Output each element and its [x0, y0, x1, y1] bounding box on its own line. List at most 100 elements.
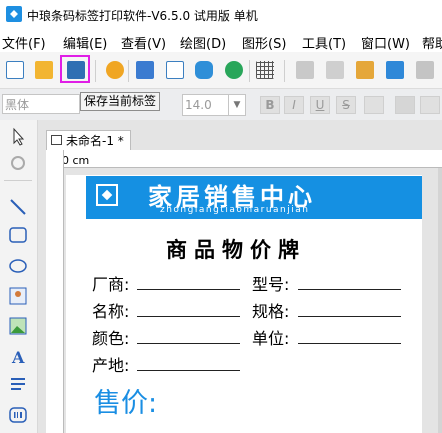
rotate-tool[interactable]: [7, 152, 29, 174]
field-model-line[interactable]: [298, 289, 401, 290]
paste-button[interactable]: [353, 58, 377, 82]
rectangle-icon: [9, 227, 27, 243]
banner-subtitle[interactable]: zhonglangtiaomaruanjian: [160, 205, 309, 215]
vertical-scrollbar[interactable]: [438, 168, 442, 433]
field-maker-line[interactable]: [137, 289, 240, 290]
settings-icon: [106, 61, 124, 79]
store-logo-icon[interactable]: [96, 184, 118, 206]
label-heading[interactable]: 商品物价牌: [166, 234, 306, 264]
import-button[interactable]: [222, 58, 246, 82]
grid-icon: [256, 61, 274, 79]
document-tab-title: 未命名-1 *: [66, 134, 124, 148]
open-button[interactable]: [32, 58, 56, 82]
text-icon: A: [11, 348, 25, 367]
grid-button[interactable]: [253, 58, 277, 82]
menu-shape[interactable]: 图形(S): [242, 33, 286, 52]
document-icon: [51, 135, 62, 145]
print-preview-button[interactable]: [163, 58, 187, 82]
toolbar-separator: [95, 60, 96, 82]
cursor-arrow-icon: [13, 127, 25, 146]
align-left-button[interactable]: [364, 96, 384, 114]
align-right-button[interactable]: [420, 96, 440, 114]
chevron-down-icon[interactable]: ▼: [228, 95, 245, 115]
price-label[interactable]: 售价:: [94, 381, 157, 420]
underline-button[interactable]: U: [310, 96, 330, 114]
ellipse-tool[interactable]: [7, 255, 29, 277]
save-button[interactable]: [60, 55, 90, 83]
text-tool[interactable]: A: [7, 345, 29, 367]
line-tool[interactable]: [7, 196, 29, 218]
field-spec-line[interactable]: [298, 316, 401, 317]
title-bar: 中琅条码标签打印软件-V6.5.0 试用版 单机: [0, 0, 442, 30]
vertical-ruler: [46, 150, 64, 433]
barcode-icon: [9, 407, 27, 423]
window-title: 中琅条码标签打印软件-V6.5.0 试用版 单机: [27, 9, 258, 23]
redo-button[interactable]: [413, 58, 437, 82]
cut-icon: [296, 61, 314, 79]
print-preview-icon: [166, 61, 184, 79]
undo-icon: [386, 61, 404, 79]
image-icon: [9, 287, 27, 305]
cut-button[interactable]: [293, 58, 317, 82]
menu-draw[interactable]: 绘图(D): [180, 33, 226, 52]
menu-tools[interactable]: 工具(T): [302, 33, 346, 52]
save-tooltip: 保存当前标签: [80, 92, 161, 111]
menu-file[interactable]: 文件(F): [2, 33, 46, 52]
field-color-line[interactable]: [137, 343, 240, 344]
new-button[interactable]: [3, 58, 27, 82]
new-icon: [6, 61, 24, 79]
bold-button[interactable]: B: [260, 96, 280, 114]
toolbar-separator: [284, 60, 285, 82]
svg-text:A: A: [11, 348, 25, 367]
rectangle-tool[interactable]: [7, 224, 29, 246]
database-icon: [195, 61, 213, 79]
paragraph-tool[interactable]: [7, 374, 29, 396]
format-toolbar: 黑体 14.0 ▼ B I U S: [0, 89, 442, 120]
field-unit-label[interactable]: 单位:: [252, 325, 289, 349]
open-folder-icon: [35, 61, 53, 79]
horizontal-ruler: 0 cm: [46, 150, 442, 168]
menu-bar: 文件(F) 编辑(E) 查看(V) 绘图(D) 图形(S) 工具(T) 窗口(W…: [0, 30, 442, 52]
import-icon: [225, 61, 243, 79]
copy-icon: [326, 61, 344, 79]
field-origin-label[interactable]: 产地:: [92, 352, 129, 376]
drawing-tools-panel: A: [0, 120, 38, 433]
menu-help[interactable]: 帮助: [422, 33, 442, 52]
field-model-label[interactable]: 型号:: [252, 271, 289, 295]
field-name-line[interactable]: [137, 316, 240, 317]
picture-tool[interactable]: [7, 315, 29, 337]
field-unit-line[interactable]: [298, 343, 401, 344]
print-icon: [136, 61, 154, 79]
undo-button[interactable]: [383, 58, 407, 82]
landscape-image-icon: [9, 317, 27, 335]
font-size-select[interactable]: 14.0 ▼: [182, 94, 246, 116]
field-maker-label[interactable]: 厂商:: [92, 271, 129, 295]
app-logo-icon: [6, 6, 22, 22]
field-spec-label[interactable]: 规格:: [252, 298, 289, 322]
italic-button[interactable]: I: [284, 96, 304, 114]
menu-view[interactable]: 查看(V): [121, 33, 166, 52]
main-toolbar: [0, 52, 442, 89]
tools-separator: [4, 180, 32, 181]
font-family-select[interactable]: 黑体: [2, 94, 80, 114]
select-tool[interactable]: [7, 126, 29, 148]
settings-button[interactable]: [103, 58, 127, 82]
document-tab[interactable]: 未命名-1 *: [46, 130, 131, 150]
database-button[interactable]: [192, 58, 216, 82]
field-color-label[interactable]: 颜色:: [92, 325, 129, 349]
strikethrough-button[interactable]: S: [336, 96, 356, 114]
menu-edit[interactable]: 编辑(E): [63, 33, 107, 52]
print-button[interactable]: [133, 58, 157, 82]
field-origin-line[interactable]: [137, 370, 240, 371]
menu-window[interactable]: 窗口(W): [361, 33, 410, 52]
ruler-origin-label: 0 cm: [62, 154, 90, 167]
barcode-tool[interactable]: [7, 404, 29, 426]
copy-button[interactable]: [323, 58, 347, 82]
save-icon: [67, 61, 85, 79]
image-tool[interactable]: [7, 285, 29, 307]
ellipse-icon: [9, 259, 27, 273]
toolbar-separator: [128, 60, 129, 82]
line-icon: [10, 199, 26, 215]
align-justify-button[interactable]: [395, 96, 415, 114]
field-name-label[interactable]: 名称:: [92, 298, 129, 322]
